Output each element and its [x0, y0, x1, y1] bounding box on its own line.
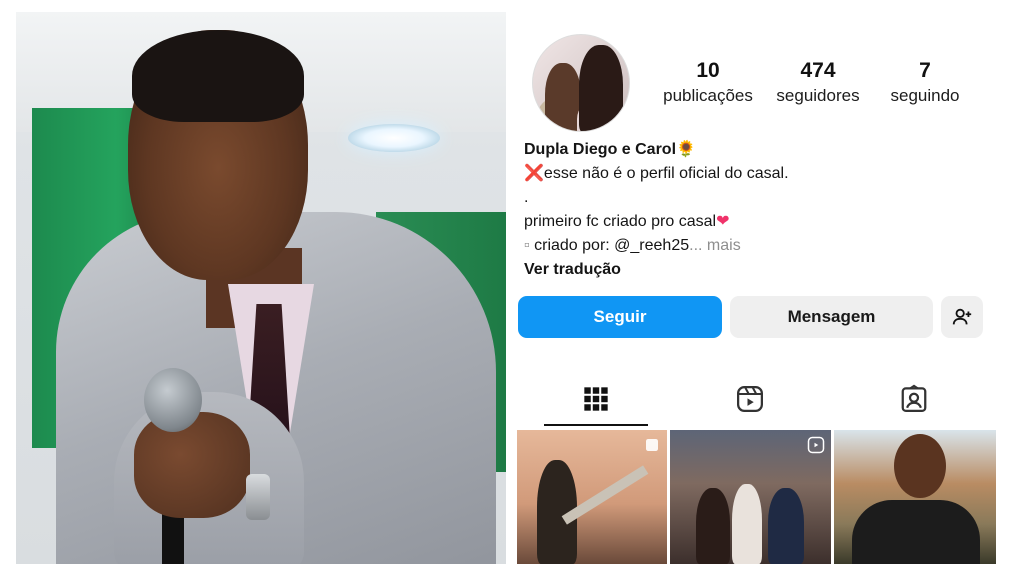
- stat-followers[interactable]: 474 seguidores: [770, 58, 866, 108]
- message-button[interactable]: Mensagem: [730, 296, 933, 338]
- post-thumbnail-1[interactable]: [517, 430, 667, 564]
- post-thumbnail-3[interactable]: [834, 430, 996, 564]
- tab-posts[interactable]: [544, 372, 648, 426]
- featured-photo: [16, 12, 506, 564]
- stat-followers-number: 474: [800, 59, 836, 82]
- see-translation-link[interactable]: Ver tradução: [524, 258, 994, 282]
- microphone-head: [144, 368, 202, 432]
- hand: [134, 412, 250, 518]
- post2-person-3: [768, 488, 804, 564]
- profile-bio: Dupla Diego e Carol🌻 ❌esse não é o perfi…: [524, 138, 994, 282]
- profile-tabs: [518, 372, 996, 426]
- post2-person-1: [696, 488, 730, 564]
- avatar-person-2: [579, 45, 623, 131]
- avatar-person-1: [545, 63, 581, 131]
- heart-icon: ❤: [716, 213, 730, 230]
- bio-text-3: primeiro fc criado pro casal: [524, 213, 717, 230]
- active-tab-indicator: [544, 424, 648, 426]
- ceiling-lamp: [348, 124, 440, 152]
- tagged-icon: [901, 384, 927, 412]
- post-thumbnail-2[interactable]: [670, 430, 831, 564]
- profile-name: Dupla Diego e Carol: [524, 141, 677, 158]
- reels-icon: [737, 386, 763, 412]
- bio-line-4: ▫ criado por: @_reeh25... mais: [524, 234, 994, 258]
- stat-posts-label: publicações: [663, 86, 753, 105]
- hair: [132, 30, 304, 122]
- reel-icon: [807, 436, 825, 454]
- post3-shirt: [852, 500, 980, 564]
- tab-tagged[interactable]: [862, 372, 966, 426]
- bio-line-3: primeiro fc criado pro casal❤: [524, 210, 994, 234]
- stat-following-number: 7: [919, 59, 931, 82]
- stat-following-label: seguindo: [890, 86, 960, 105]
- suggested-users-button[interactable]: [941, 296, 983, 338]
- stat-following[interactable]: 7 seguindo: [882, 58, 968, 108]
- profile-name-line: Dupla Diego e Carol🌻: [524, 138, 994, 162]
- bio-line-2: .: [524, 189, 529, 206]
- post2-person-2: [732, 484, 762, 564]
- tab-reels[interactable]: [698, 372, 802, 426]
- profile-avatar[interactable]: [532, 34, 630, 132]
- cross-mark-icon: ❌: [524, 165, 544, 182]
- wristwatch: [246, 474, 270, 520]
- stat-posts[interactable]: 10 publicações: [660, 58, 756, 108]
- grid-icon: [584, 387, 608, 411]
- bio-text-1: esse não é o perfil oficial do casal.: [543, 165, 789, 182]
- post3-face: [894, 434, 946, 498]
- bio-more-link[interactable]: ... mais: [689, 237, 741, 254]
- bio-line-1: ❌esse não é o perfil oficial do casal.: [524, 162, 994, 186]
- add-person-icon: [952, 308, 972, 325]
- stat-followers-label: seguidores: [776, 86, 860, 105]
- sunflower-icon: 🌻: [676, 141, 696, 158]
- follow-button[interactable]: Seguir: [518, 296, 722, 338]
- bio-text-4: criado por: @_reeh25: [529, 237, 690, 254]
- stat-posts-number: 10: [696, 59, 720, 82]
- multiple-icon: [643, 436, 661, 454]
